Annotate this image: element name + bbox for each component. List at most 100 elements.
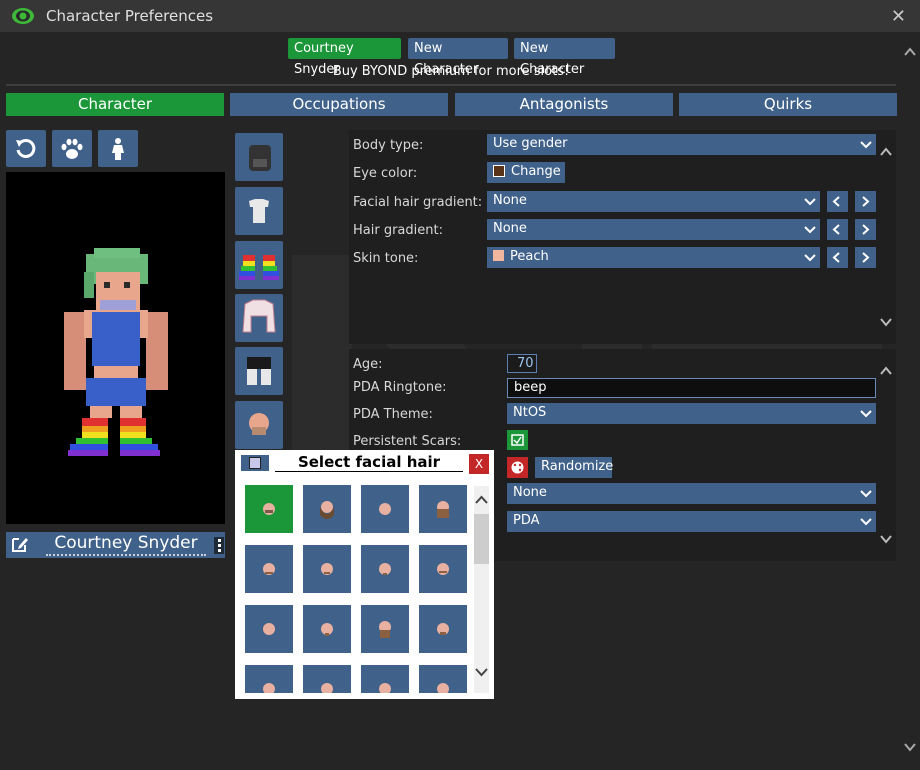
facial-hair-option[interactable]: [303, 485, 351, 533]
previous-button[interactable]: [827, 219, 848, 240]
shorts-icon: [247, 357, 271, 385]
facial-hair-option[interactable]: [419, 605, 467, 653]
backpack-icon: [249, 145, 271, 171]
facial-hair-option[interactable]: [245, 605, 293, 653]
facial-hair-option[interactable]: [419, 485, 467, 533]
facial-hair-option[interactable]: [245, 665, 293, 693]
facial-hair-option[interactable]: [361, 605, 409, 653]
scroll-up-icon[interactable]: [880, 365, 892, 377]
uplink-dropdown[interactable]: PDA: [507, 511, 876, 532]
popup-close-button[interactable]: X: [469, 454, 489, 474]
facial-hair-gradient-dropdown[interactable]: None: [487, 191, 820, 212]
facial-hair-option[interactable]: [303, 545, 351, 593]
undershirt-icon: [249, 199, 269, 223]
hair-gradient-value: None: [493, 221, 527, 236]
menu-icon[interactable]: [214, 537, 224, 554]
divider: [6, 84, 896, 86]
face-icon: [321, 683, 333, 693]
backpack-slot[interactable]: [235, 133, 283, 181]
previous-button[interactable]: [827, 191, 848, 212]
pda-theme-dropdown[interactable]: NtOS: [507, 403, 876, 424]
face-icon: [263, 623, 275, 635]
facial-hair-gradient-label: Facial hair gradient:: [353, 195, 483, 210]
edit-icon[interactable]: [11, 535, 29, 553]
popup-toggle-checkbox[interactable]: [241, 455, 269, 471]
next-button[interactable]: [855, 191, 876, 212]
facial-hair-option[interactable]: [419, 665, 467, 693]
skin-tone-dropdown[interactable]: Peach: [487, 247, 820, 268]
appearance-panel: Body type: Use gender Eye color: Change …: [349, 130, 896, 344]
color-swatch: [493, 165, 505, 177]
persistent-scars-checkbox[interactable]: [507, 430, 528, 450]
face-icon: [437, 563, 449, 575]
persistent-scars-label: Persistent Scars:: [353, 434, 462, 449]
character-name[interactable]: Courtney Snyder: [46, 532, 206, 556]
scroll-down-icon[interactable]: [904, 740, 916, 754]
species-button[interactable]: [52, 130, 92, 167]
scroll-down-icon[interactable]: [474, 666, 489, 678]
rotate-button[interactable]: [6, 130, 46, 167]
undershirt-slot[interactable]: [235, 187, 283, 235]
tab-antagonists[interactable]: Antagonists: [455, 93, 673, 116]
chevron-right-icon: [862, 224, 870, 235]
age-input[interactable]: 70: [507, 354, 537, 373]
popup-scrollbar-thumb[interactable]: [474, 514, 489, 564]
socks-slot[interactable]: [235, 241, 283, 289]
chevron-down-icon: [804, 254, 816, 262]
window-title: Character Preferences: [46, 7, 214, 25]
option-dropdown[interactable]: None: [507, 483, 876, 504]
pda-ringtone-input[interactable]: beep: [507, 378, 876, 398]
hair-gradient-dropdown[interactable]: None: [487, 219, 820, 240]
age-label: Age:: [353, 357, 383, 372]
facial-hair-option[interactable]: [245, 545, 293, 593]
chevron-left-icon: [832, 224, 840, 235]
paw-icon: [61, 138, 83, 159]
age-value: 70: [517, 356, 534, 371]
facial-hair-slot[interactable]: [235, 401, 283, 449]
tab-quirks[interactable]: Quirks: [679, 93, 897, 116]
face-icon: [379, 563, 391, 575]
next-button[interactable]: [855, 247, 876, 268]
character-sprite: [64, 248, 168, 456]
chevron-down-icon: [860, 410, 872, 418]
underwear-slot[interactable]: [235, 347, 283, 395]
previous-button[interactable]: [827, 247, 848, 268]
facial-hair-gradient-value: None: [493, 193, 527, 208]
face-icon: [249, 413, 269, 435]
facial-hair-option[interactable]: [303, 605, 351, 653]
body-type-dropdown[interactable]: Use gender: [487, 134, 876, 155]
random-dice-button[interactable]: [507, 457, 528, 478]
face-icon: [263, 503, 275, 515]
eye-color-button[interactable]: Change: [487, 162, 565, 183]
premium-note: Buy BYOND premium for more slots!: [332, 64, 570, 79]
facial-hair-option[interactable]: [361, 485, 409, 533]
facial-hair-option[interactable]: [361, 545, 409, 593]
scroll-down-icon[interactable]: [880, 533, 892, 545]
randomize-button[interactable]: Randomize: [535, 457, 613, 478]
scroll-down-icon[interactable]: [880, 316, 892, 328]
face-icon: [437, 683, 449, 693]
scroll-up-icon[interactable]: [904, 45, 916, 59]
skin-tone-label: Skin tone:: [353, 251, 419, 266]
tab-character[interactable]: Character: [6, 93, 224, 116]
character-slot-button[interactable]: Courtney Snyder: [288, 38, 401, 77]
character-slot-button[interactable]: New Character: [408, 38, 508, 77]
tab-occupations[interactable]: Occupations: [230, 93, 448, 116]
facial-hair-grid: [241, 483, 473, 693]
chevron-down-icon: [804, 226, 816, 234]
character-slot-button[interactable]: New Character: [514, 38, 615, 77]
facial-hair-option[interactable]: [303, 665, 351, 693]
facial-hair-option[interactable]: [361, 665, 409, 693]
rotate-icon: [16, 138, 36, 158]
next-button[interactable]: [855, 219, 876, 240]
jumpsuit-slot[interactable]: [235, 294, 283, 342]
face-icon: [263, 683, 275, 693]
face-icon: [379, 621, 391, 638]
gender-button[interactable]: [98, 130, 138, 167]
facial-hair-option[interactable]: [419, 545, 467, 593]
scroll-up-icon[interactable]: [474, 494, 489, 506]
facial-hair-option[interactable]: [245, 485, 293, 533]
scroll-up-icon[interactable]: [880, 146, 892, 158]
check-icon: [511, 434, 524, 446]
close-icon[interactable]: ✕: [891, 6, 906, 27]
